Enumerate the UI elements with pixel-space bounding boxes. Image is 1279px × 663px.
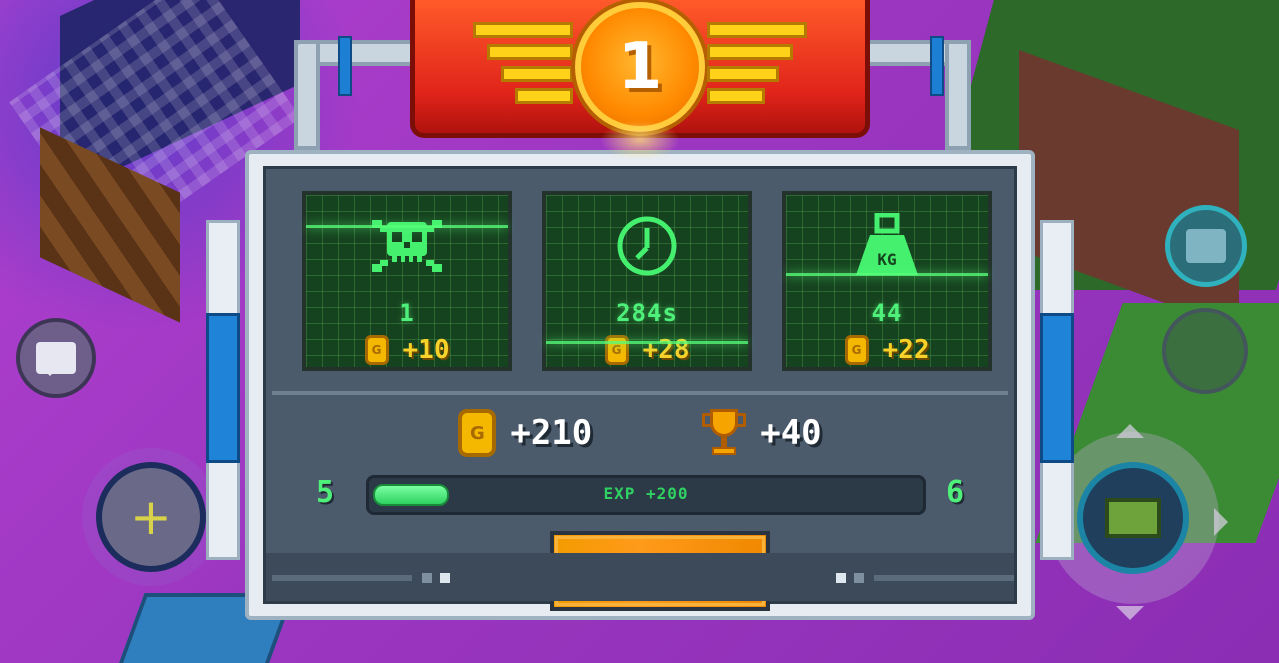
gun-icon xyxy=(1105,498,1161,538)
svg-text:KG: KG xyxy=(877,250,896,269)
weight-value: 44 xyxy=(871,299,903,327)
time-value: 284s xyxy=(616,299,678,327)
kills-value: 1 xyxy=(399,299,415,327)
result-panel-body: 1 G +10 284s G +28 KG 44 G +22 G +210 +4… xyxy=(263,166,1017,611)
squad-icon xyxy=(1186,229,1226,263)
kills-reward: G +10 xyxy=(364,335,450,365)
time-stat-card: 284s G +28 xyxy=(542,191,752,371)
weight-icon: KG xyxy=(856,213,918,275)
pipe-cap xyxy=(930,36,944,96)
right-side-rail xyxy=(1040,220,1074,560)
gold-coin-icon: G xyxy=(604,335,629,365)
gold-coin-icon: G xyxy=(844,335,869,365)
scanline xyxy=(786,273,988,276)
weapon-fire-button[interactable] xyxy=(1077,462,1189,574)
gold-coin-icon: G xyxy=(458,409,497,457)
gold-coin-icon: G xyxy=(364,335,389,365)
rank-medal: 1 xyxy=(575,2,705,132)
plus-icon: + xyxy=(130,488,172,546)
kills-stat-card: 1 G +10 xyxy=(302,191,512,371)
next-level: 6 xyxy=(946,475,965,510)
match-result-panel: 1 G +10 284s G +28 KG 44 G +22 G +210 +4… xyxy=(245,150,1035,620)
weight-stat-card: KG 44 G +22 xyxy=(782,191,992,371)
chat-bubble-icon xyxy=(36,342,76,376)
add-button[interactable]: + xyxy=(96,462,206,572)
skull-crossbones-icon xyxy=(372,220,442,272)
total-coins: G +210 xyxy=(458,409,592,457)
time-reward: G +28 xyxy=(604,335,690,365)
badge-glow xyxy=(600,120,680,160)
empty-slot-button[interactable] xyxy=(1162,308,1248,394)
mode-toggle-button[interactable] xyxy=(1165,205,1247,287)
time-reward-amount: +28 xyxy=(642,335,690,365)
scanline xyxy=(306,225,508,228)
aim-right-arrow-icon[interactable] xyxy=(1214,508,1228,536)
chat-button[interactable] xyxy=(16,318,96,398)
experience-bar: EXP +200 xyxy=(366,475,926,515)
kills-reward-amount: +10 xyxy=(402,335,450,365)
weight-reward-amount: +22 xyxy=(882,335,930,365)
total-rewards: G +210 +40 xyxy=(266,409,1014,457)
experience-label: EXP +200 xyxy=(603,484,689,503)
total-coins-amount: +210 xyxy=(510,413,593,453)
total-trophies-amount: +40 xyxy=(760,413,822,453)
right-wing-icon xyxy=(687,22,807,112)
left-side-rail xyxy=(206,220,240,560)
frame-pipe xyxy=(294,40,320,150)
pipe-cap xyxy=(338,36,352,96)
weight-reward: G +22 xyxy=(844,335,930,365)
frame-pipe xyxy=(945,40,971,150)
clock-icon xyxy=(617,216,677,276)
current-level: 5 xyxy=(316,475,335,510)
aim-down-arrow-icon[interactable] xyxy=(1116,606,1144,620)
scanline xyxy=(546,341,748,344)
panel-bottom-strip xyxy=(266,553,1014,601)
rank-badge: 1 xyxy=(410,0,870,138)
section-divider xyxy=(272,391,1008,395)
total-trophies: +40 xyxy=(702,409,822,457)
aim-up-arrow-icon[interactable] xyxy=(1116,424,1144,438)
trophy-icon xyxy=(702,409,747,457)
